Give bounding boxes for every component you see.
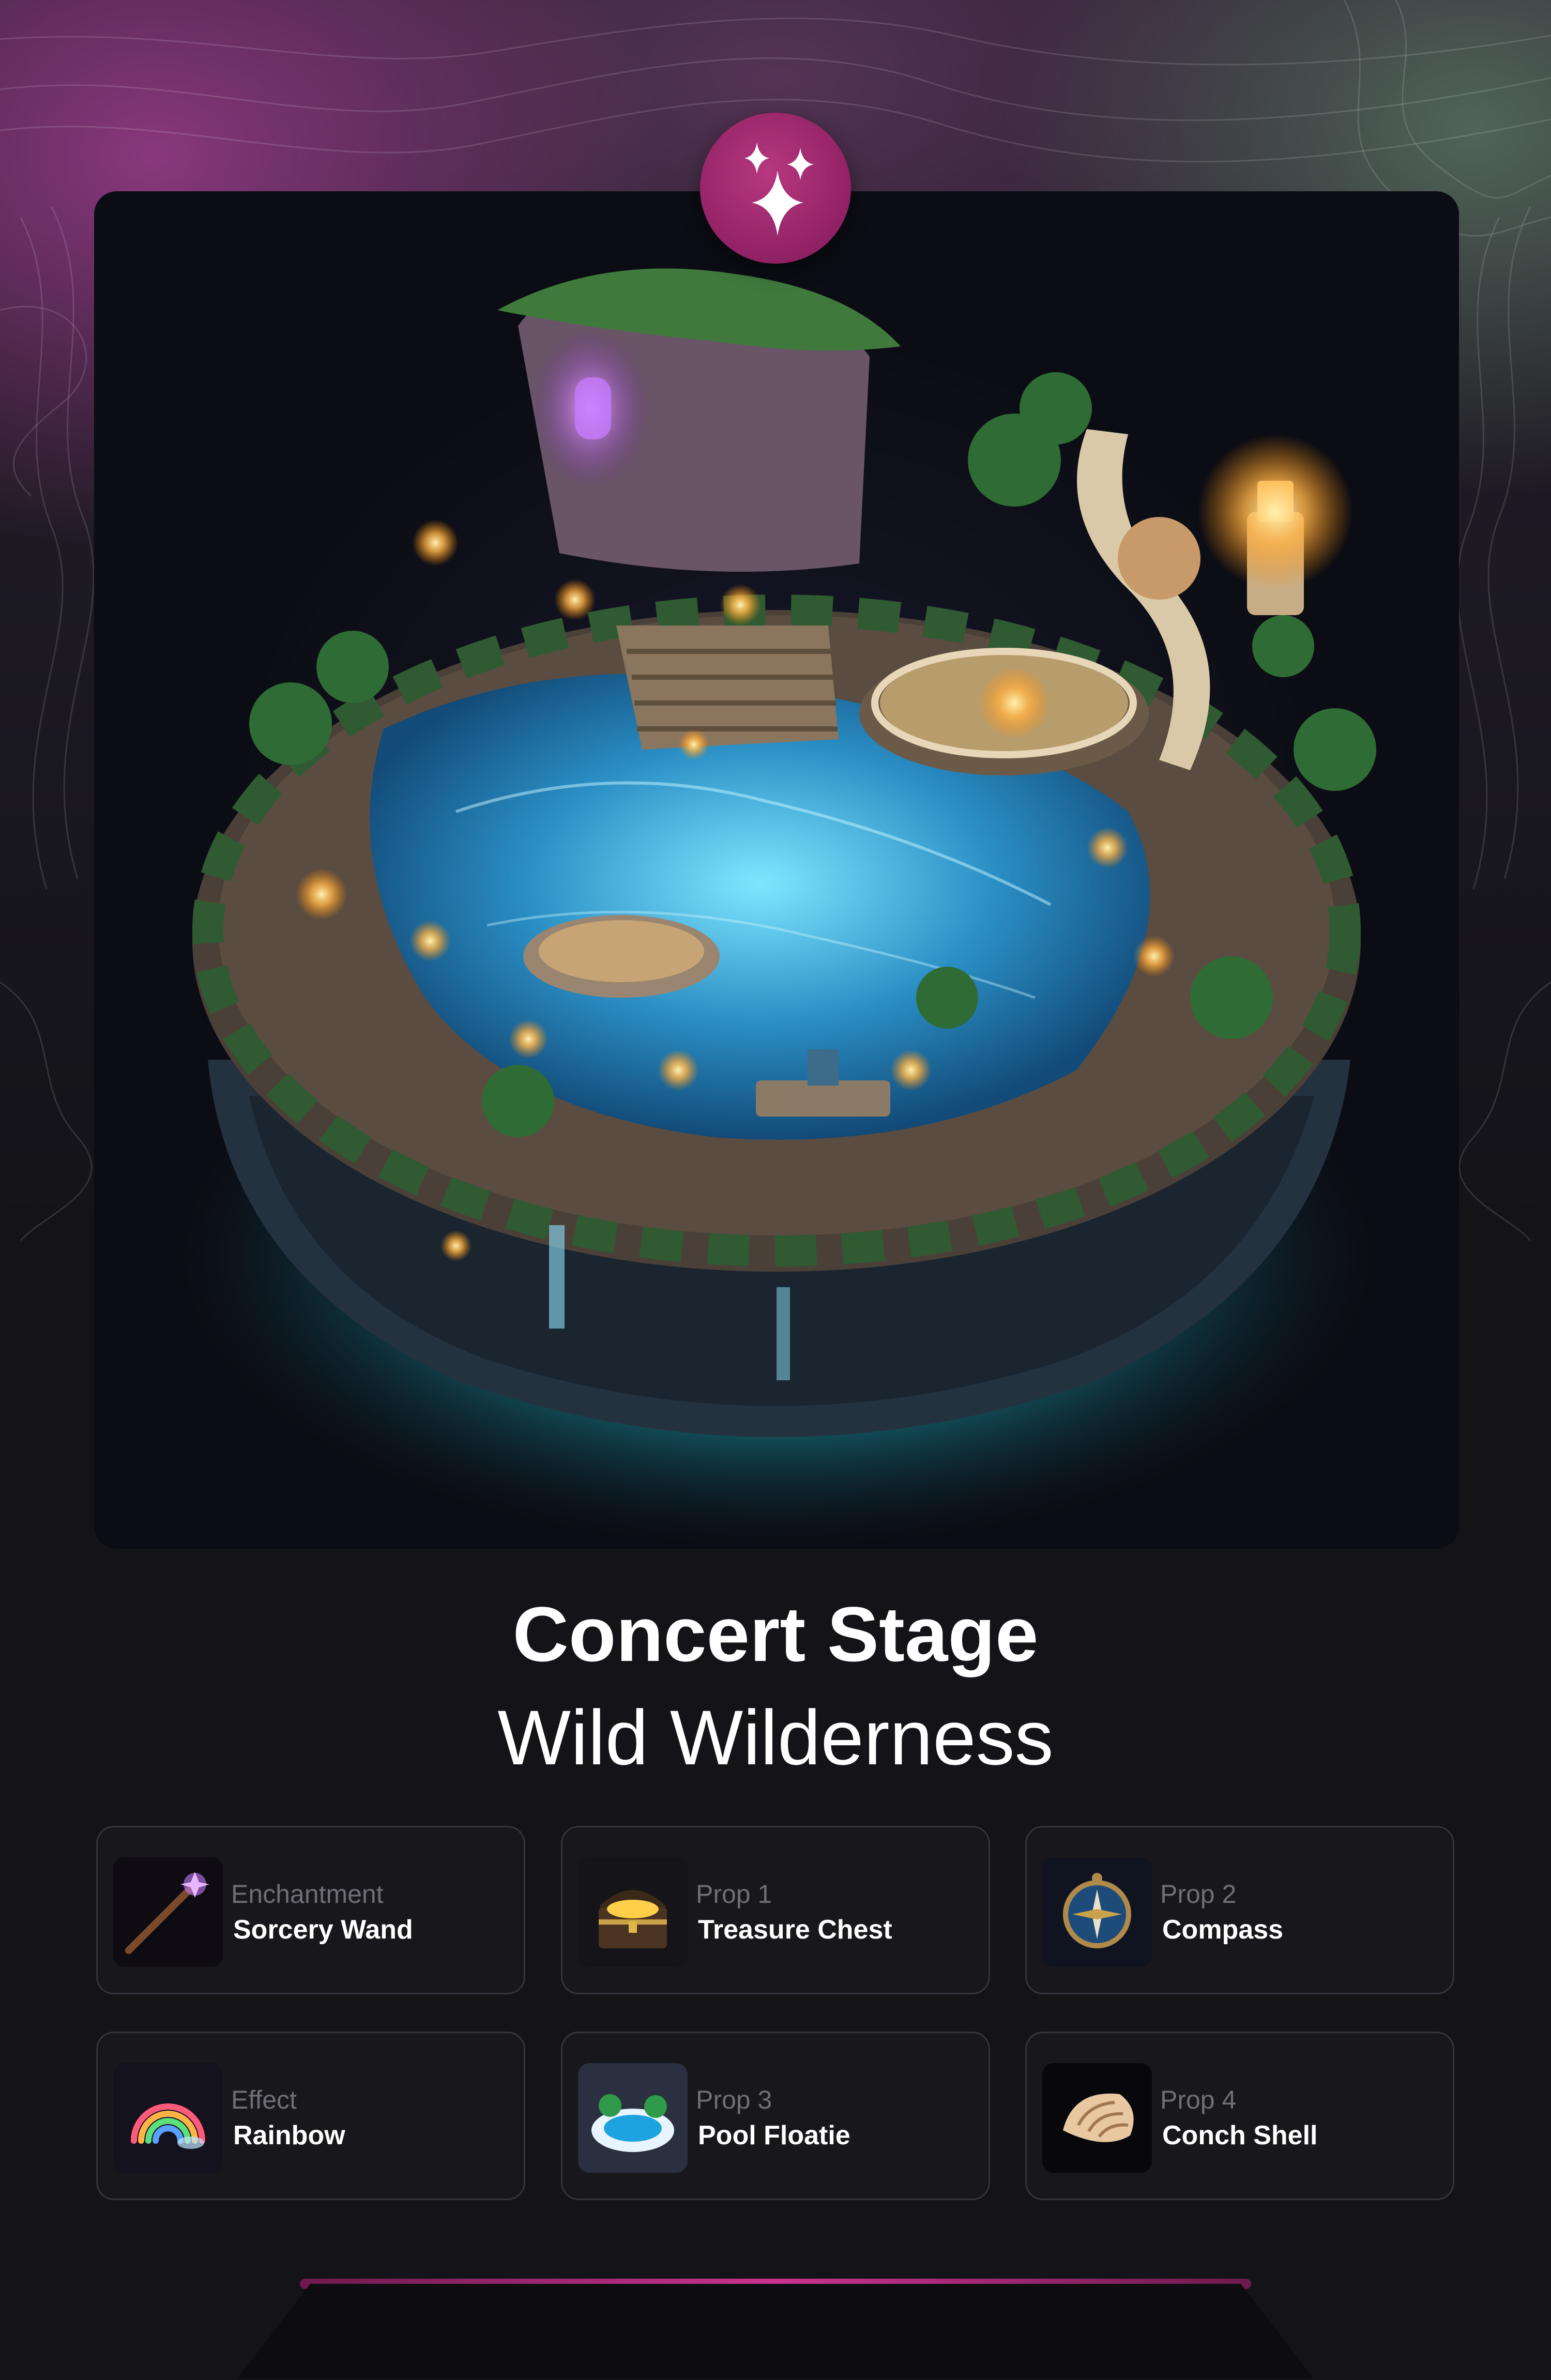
stage-preview-image: [94, 191, 1459, 1549]
treasure-chest-icon: [578, 1857, 688, 1967]
bottom-tray: [0, 2284, 1551, 2378]
pool-floatie-icon: [578, 2063, 688, 2173]
item-card-prop-2[interactable]: Prop 2 Compass: [1025, 1826, 1454, 1994]
item-card-enchantment[interactable]: Enchantment Sorcery Wand: [96, 1826, 525, 1994]
item-category: Prop 2: [1160, 1880, 1237, 1909]
item-category: Prop 1: [696, 1880, 772, 1909]
item-category: Effect: [231, 2085, 297, 2114]
conch-shell-icon: [1042, 2063, 1152, 2173]
item-name: Treasure Chest: [698, 1915, 892, 1945]
item-name: Compass: [1162, 1915, 1284, 1945]
sorcery-wand-icon: [113, 1857, 223, 1967]
item-name: Pool Floatie: [698, 2120, 850, 2150]
rainbow-icon: [113, 2063, 223, 2173]
item-name: Sorcery Wand: [233, 1915, 413, 1945]
item-card-prop-4[interactable]: Prop 4 Conch Shell: [1025, 2032, 1454, 2200]
item-category: Prop 4: [1160, 2085, 1237, 2114]
item-card-prop-3[interactable]: Prop 3 Pool Floatie: [561, 2032, 990, 2200]
item-name: Rainbow: [233, 2120, 345, 2150]
item-name: Conch Shell: [1162, 2120, 1318, 2150]
item-card-effect[interactable]: Effect Rainbow: [96, 2032, 525, 2200]
compass-icon: [1042, 1857, 1152, 1967]
sparkles-icon: [700, 113, 851, 264]
item-category: Enchantment: [231, 1880, 384, 1909]
item-category: Prop 3: [696, 2085, 772, 2114]
item-card-prop-1[interactable]: Prop 1 Treasure Chest: [561, 1826, 990, 1994]
stage-subtitle: Wild Wilderness: [497, 1694, 1054, 1781]
stage-title: Concert Stage: [512, 1591, 1039, 1677]
